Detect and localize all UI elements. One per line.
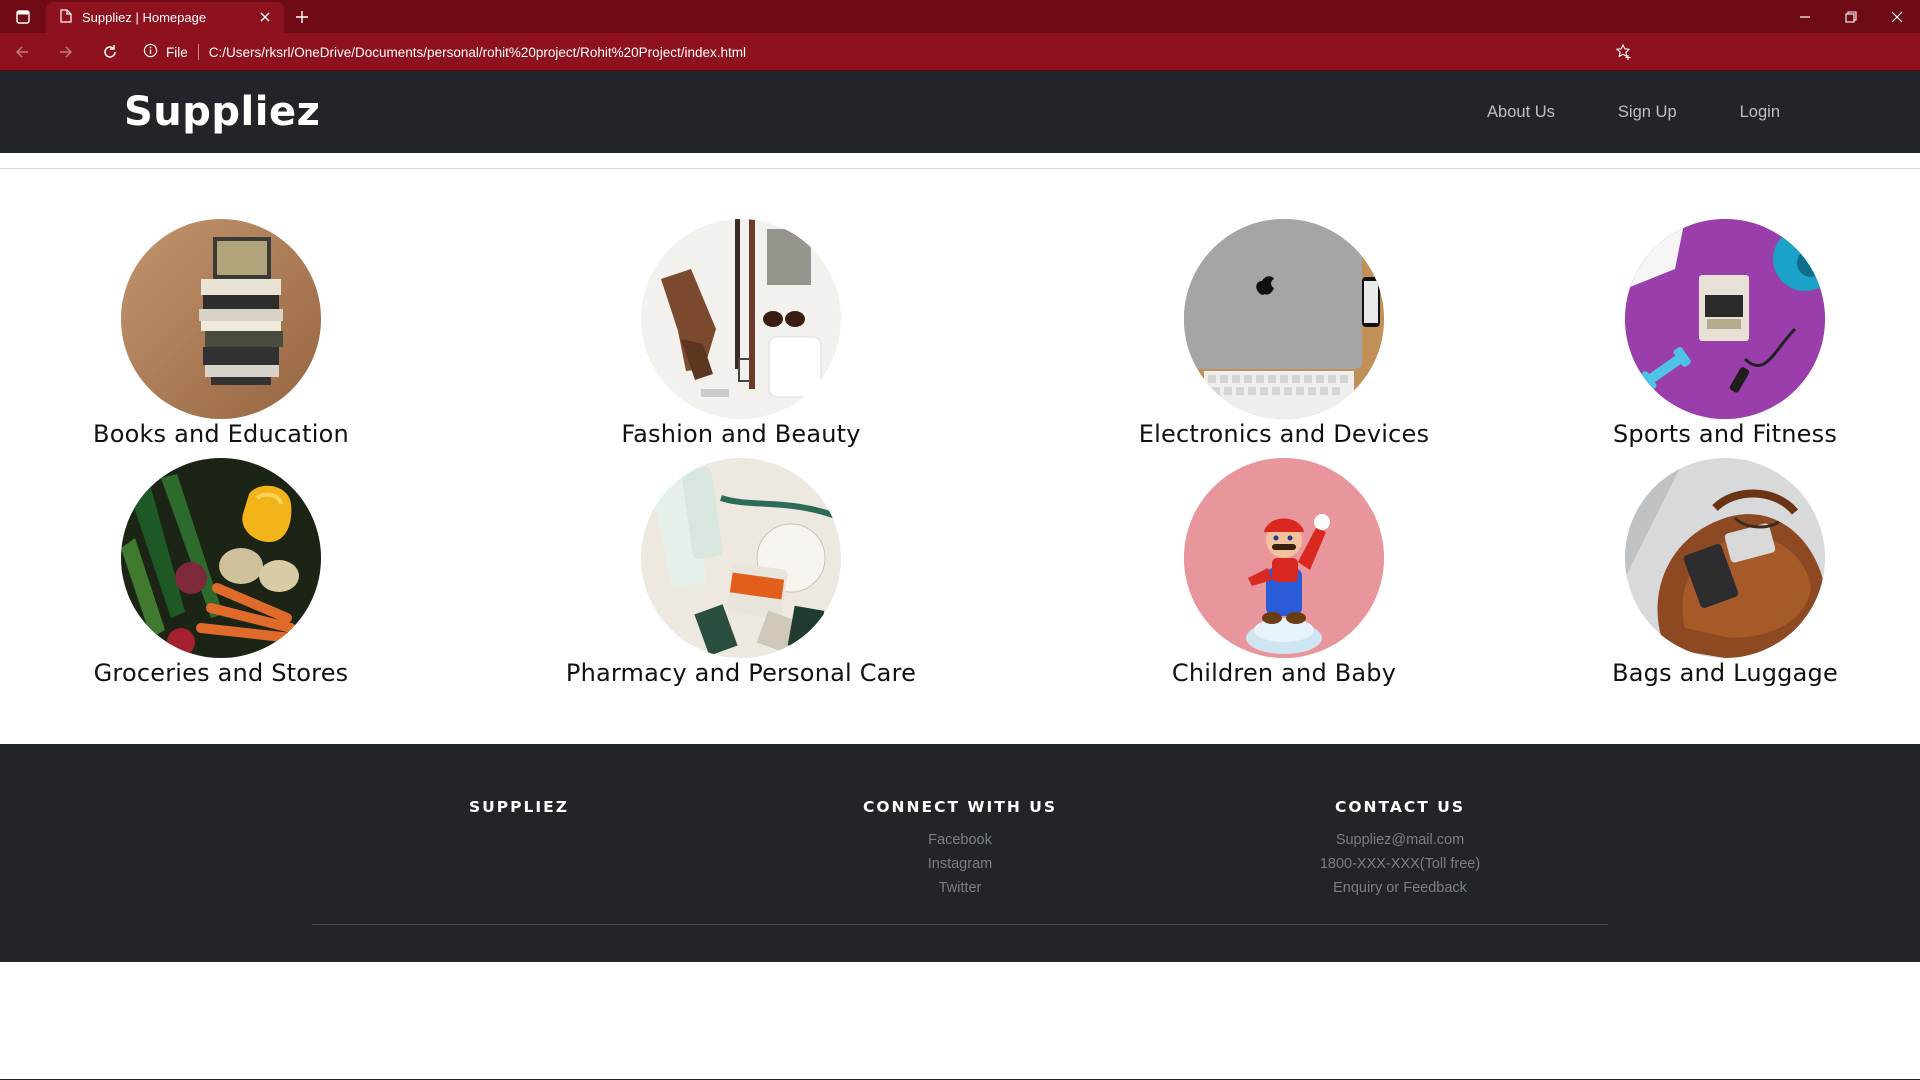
category-label[interactable]: Pharmacy and Personal Care <box>531 659 951 687</box>
restore-icon[interactable] <box>1828 0 1874 33</box>
footer-col-contact: CONTACT US Suppliez@mail.com 1800-XXX-XX… <box>1220 798 1580 900</box>
forward-icon[interactable] <box>44 33 88 71</box>
browser-address-bar: File C:/Users/rksrl/OneDrive/Documents/p… <box>0 33 1920 95</box>
category-label[interactable]: Children and Baby <box>1074 659 1494 687</box>
footer-heading: SUPPLIEZ <box>469 798 569 816</box>
footer-link-phone[interactable]: 1800-XXX-XXX(Toll free) <box>1220 852 1580 876</box>
footer-divider <box>312 924 1608 925</box>
category-card-pharmacy[interactable]: Pharmacy and Personal Care <box>531 458 951 687</box>
page-icon <box>60 9 72 26</box>
browser-tab-active[interactable]: Suppliez | Homepage <box>46 2 284 33</box>
close-tab-icon[interactable] <box>258 10 272 24</box>
footer-link-twitter[interactable]: Twitter <box>780 876 1140 900</box>
footer-col-connect: CONNECT WITH US Facebook Instagram Twitt… <box>780 798 1140 900</box>
category-card-children[interactable]: Children and Baby <box>1074 458 1494 687</box>
footer-heading: CONNECT WITH US <box>863 798 1057 816</box>
category-label[interactable]: Electronics and Devices <box>1074 420 1494 448</box>
tab-title: Suppliez | Homepage <box>82 10 207 25</box>
url-divider <box>197 44 199 60</box>
back-icon[interactable] <box>0 33 44 71</box>
category-card-sports[interactable]: Sports and Fitness <box>1515 219 1920 448</box>
nav-about-link[interactable]: About Us <box>1487 103 1555 122</box>
refresh-icon[interactable] <box>88 33 132 71</box>
nav-links: About Us Sign Up Login <box>1487 71 1780 153</box>
add-favorite-icon[interactable] <box>1615 43 1633 64</box>
info-icon[interactable] <box>143 43 158 61</box>
category-card-bags[interactable]: Bags and Luggage <box>1515 458 1920 687</box>
url-field[interactable]: File C:/Users/rksrl/OneDrive/Documents/p… <box>143 37 1633 67</box>
footer-link-instagram[interactable]: Instagram <box>780 852 1140 876</box>
footer-link-facebook[interactable]: Facebook <box>780 828 1140 852</box>
footer-link-email[interactable]: Suppliez@mail.com <box>1220 828 1580 852</box>
footer-col-brand: SUPPLIEZ <box>339 798 699 828</box>
close-window-icon[interactable] <box>1874 0 1920 33</box>
category-card-fashion[interactable]: Fashion and Beauty <box>531 219 951 448</box>
category-image-electronics[interactable] <box>1184 219 1384 419</box>
category-image-children[interactable] <box>1184 458 1384 658</box>
category-image-books[interactable] <box>121 219 321 419</box>
category-card-groceries[interactable]: Groceries and Stores <box>11 458 431 687</box>
footer-heading: CONTACT US <box>1335 798 1465 816</box>
category-image-sports[interactable] <box>1625 219 1825 419</box>
category-label[interactable]: Sports and Fitness <box>1515 420 1920 448</box>
scheme-label: File <box>166 44 188 60</box>
divider <box>0 168 1920 169</box>
footer-link-feedback[interactable]: Enquiry or Feedback <box>1220 876 1580 900</box>
url-text[interactable]: C:/Users/rksrl/OneDrive/Documents/person… <box>209 45 746 60</box>
minimize-icon[interactable] <box>1782 0 1828 33</box>
category-label[interactable]: Fashion and Beauty <box>531 420 951 448</box>
new-tab-icon[interactable] <box>284 0 320 33</box>
tab-actions-icon[interactable] <box>0 0 46 33</box>
browser-tab-bar: Suppliez | Homepage <box>0 0 1920 33</box>
category-card-books[interactable]: Books and Education <box>11 219 431 448</box>
category-image-bags[interactable] <box>1625 458 1825 658</box>
category-card-electronics[interactable]: Electronics and Devices <box>1074 219 1494 448</box>
nav-signup-link[interactable]: Sign Up <box>1618 103 1677 122</box>
category-label[interactable]: Groceries and Stores <box>11 659 431 687</box>
nav-login-link[interactable]: Login <box>1740 103 1780 122</box>
category-image-groceries[interactable] <box>121 458 321 658</box>
category-label[interactable]: Books and Education <box>11 420 431 448</box>
category-image-fashion[interactable] <box>641 219 841 419</box>
brand-logo[interactable]: Suppliez <box>124 89 320 135</box>
site-navbar: Suppliez About Us Sign Up Login <box>0 71 1920 153</box>
category-label[interactable]: Bags and Luggage <box>1515 659 1920 687</box>
window-controls <box>1782 0 1920 33</box>
category-image-pharmacy[interactable] <box>641 458 841 658</box>
site-footer: SUPPLIEZ CONNECT WITH US Facebook Instag… <box>0 744 1920 962</box>
